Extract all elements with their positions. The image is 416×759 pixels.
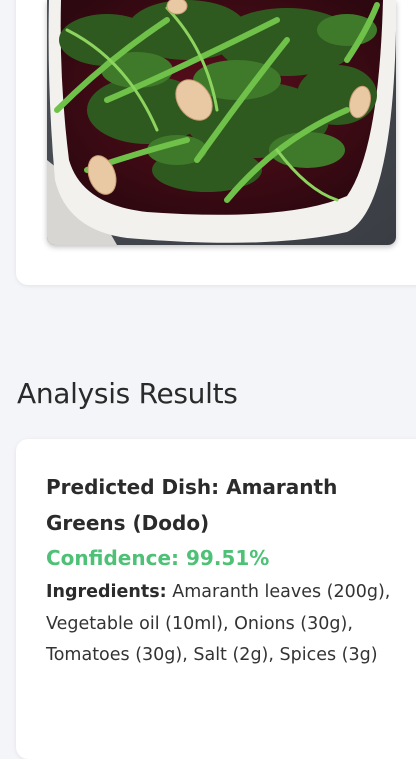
predicted-dish-label: Predicted Dish: [46, 475, 220, 499]
result-card: Predicted Dish: Amaranth Greens (Dodo) C… [16, 439, 416, 759]
dish-photo [47, 0, 396, 245]
confidence: Confidence: 99.51% [46, 543, 398, 573]
predicted-dish: Predicted Dish: Amaranth Greens (Dodo) [46, 469, 398, 541]
section-title: Analysis Results [17, 377, 238, 410]
ingredients-label: Ingredients: [46, 582, 167, 602]
confidence-value: 99.51% [186, 546, 270, 570]
ingredients: Ingredients: Amaranth leaves (200g), Veg… [46, 577, 398, 672]
confidence-label: Confidence: [46, 546, 180, 570]
result-content: Predicted Dish: Amaranth Greens (Dodo) C… [46, 469, 398, 672]
